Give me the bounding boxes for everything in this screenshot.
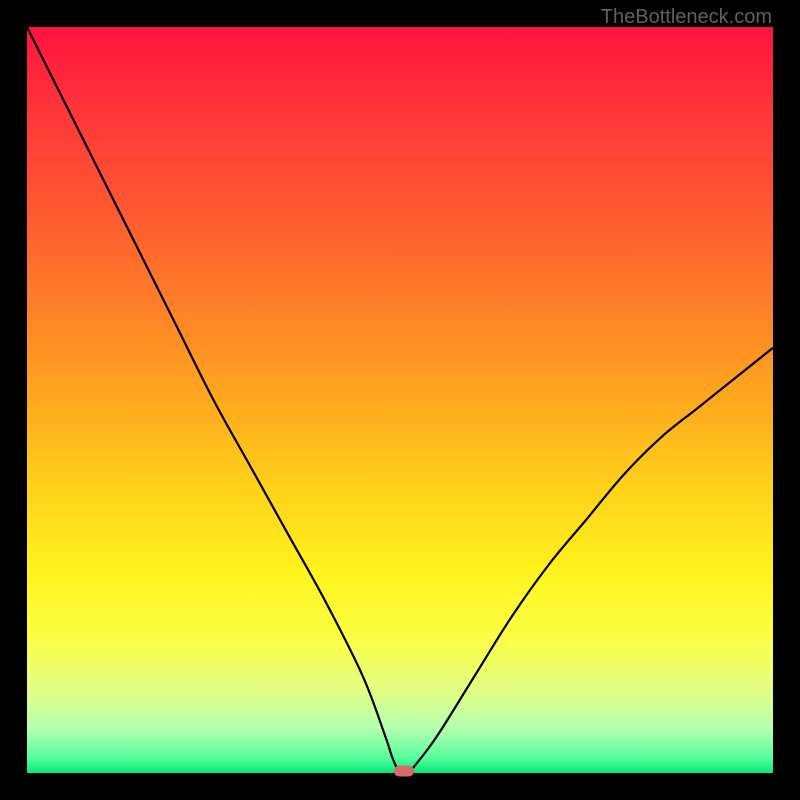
optimal-point-marker — [394, 766, 414, 777]
plot-area — [27, 27, 773, 773]
curve-path — [27, 27, 773, 773]
bottleneck-curve — [27, 27, 773, 773]
chart-container: TheBottleneck.com — [0, 0, 800, 800]
watermark-text: TheBottleneck.com — [601, 6, 772, 29]
